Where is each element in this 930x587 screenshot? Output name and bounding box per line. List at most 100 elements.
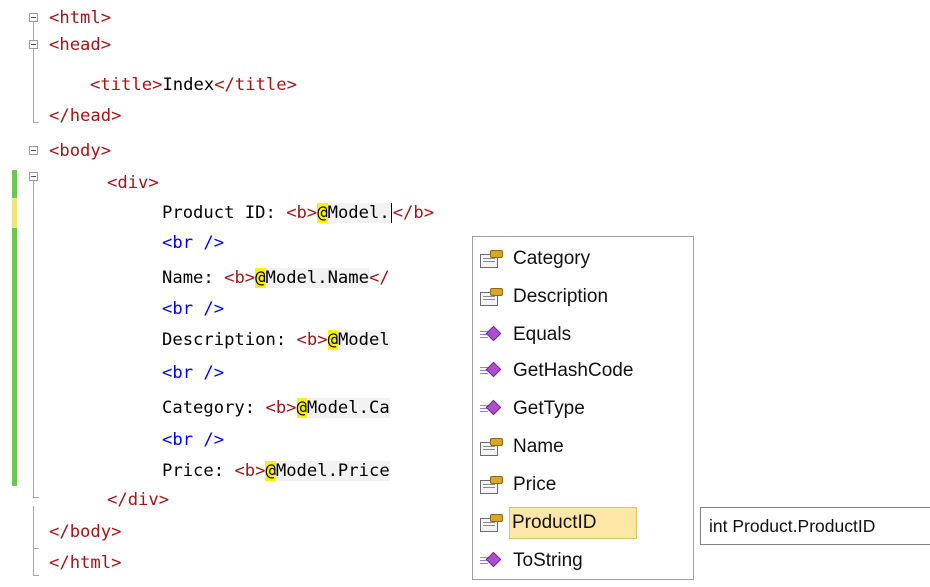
completion-item-label: Price [513, 474, 557, 495]
br-tag: <br /> [162, 363, 225, 383]
head-open-tag: <head> [49, 35, 112, 55]
b-open-tag: <b> [286, 203, 318, 223]
code-line-6: <div> [107, 170, 159, 196]
completion-item-description[interactable]: Description [479, 278, 691, 316]
br-tag: <br /> [162, 299, 225, 319]
div-close-tag: </div> [107, 490, 170, 510]
property-icon [479, 472, 505, 498]
body-close-tag: </body> [49, 522, 122, 542]
change-indicator-unsaved [12, 198, 17, 228]
method-icon [479, 322, 505, 348]
razor-at: @ [317, 203, 328, 223]
outline-guide [33, 49, 34, 122]
method-icon [479, 548, 505, 574]
method-icon [479, 358, 505, 384]
code-line-13: Category: <b>@Model.Ca [162, 395, 390, 421]
br-tag: <br /> [162, 430, 225, 450]
razor-expression: Model. [327, 203, 390, 223]
collapse-head-toggle[interactable] [29, 40, 38, 49]
product-id-label: Product ID: [162, 203, 287, 223]
completion-item-gettype[interactable]: GetType [479, 390, 691, 428]
property-icon [479, 434, 505, 460]
body-open-tag: <body> [49, 141, 112, 161]
razor-expression: Model.Price [275, 461, 390, 481]
title-open-tag: <title> [90, 75, 163, 95]
completion-item-productid[interactable]: ProductID [479, 504, 691, 542]
razor-at: @ [255, 268, 266, 288]
code-line-9: Name: <b>@Model.Name</ [162, 265, 390, 291]
completion-item-label: GetHashCode [513, 360, 634, 381]
intellisense-completion-list[interactable]: Category Description Equals GetHashCode GetT… [472, 236, 694, 580]
change-indicator-saved [12, 170, 17, 198]
title-text: Index [162, 75, 215, 95]
completion-item-name[interactable]: Name [479, 428, 691, 466]
code-line-12: <br /> [162, 360, 224, 386]
property-icon [479, 284, 505, 310]
code-line-16: </div> [107, 487, 169, 513]
completion-item-gethashcode[interactable]: GetHashCode [479, 352, 691, 390]
completion-item-equals[interactable]: Equals [479, 316, 691, 354]
b-open-tag: <b> [296, 330, 328, 350]
b-close-tag: </b> [392, 203, 435, 223]
collapse-div-toggle[interactable] [29, 172, 38, 181]
outline-guide-end [33, 497, 39, 498]
code-line-3: <title>Index</title> [90, 72, 297, 98]
completion-item-label: GetType [513, 398, 585, 419]
b-open-tag: <b> [265, 398, 297, 418]
html-open-tag: <html> [49, 8, 112, 28]
text-caret [390, 203, 392, 223]
completion-item-label: Equals [513, 324, 572, 345]
outline-guide [33, 22, 34, 40]
razor-at: @ [296, 398, 307, 418]
razor-expression: Model.Ca [306, 398, 390, 418]
method-icon [479, 396, 505, 422]
code-line-15: Price: <b>@Model.Price [162, 458, 390, 484]
outline-guide [33, 181, 34, 497]
category-label: Category: [162, 398, 266, 418]
html-close-tag: </html> [49, 553, 122, 573]
outline-guide-end [33, 122, 39, 123]
quick-info-tooltip: int Product.ProductID [700, 507, 930, 545]
change-indicator-saved [12, 228, 17, 486]
b-open-tag: <b> [224, 268, 256, 288]
outline-guide-end [33, 575, 39, 576]
code-line-1: <html> [49, 5, 111, 31]
completion-item-price[interactable]: Price [479, 466, 691, 504]
outline-guide [33, 506, 34, 576]
completion-item-label: ProductID [509, 507, 638, 539]
razor-at: @ [265, 461, 276, 481]
code-line-17: </body> [49, 519, 121, 545]
code-line-2: <head> [49, 32, 111, 58]
property-icon [479, 510, 505, 536]
completion-item-label: Name [513, 436, 564, 457]
code-line-8: <br /> [162, 230, 224, 256]
b-close-tag: </ [368, 268, 390, 288]
title-close-tag: </title> [214, 75, 297, 95]
outlining-margin [0, 0, 40, 587]
outline-guide-end [33, 548, 39, 549]
collapse-html-toggle[interactable] [29, 13, 38, 22]
completion-item-label: Description [513, 286, 609, 307]
price-label: Price: [162, 461, 235, 481]
code-line-11: Description: <b>@Model [162, 327, 390, 353]
code-line-10: <br /> [162, 296, 224, 322]
description-label: Description: [162, 330, 297, 350]
code-line-4: </head> [49, 103, 121, 129]
b-open-tag: <b> [234, 461, 266, 481]
razor-expression: Model [337, 330, 390, 350]
code-line-7: Product ID: <b>@Model. </b> [162, 200, 434, 226]
razor-expression: Model.Name [265, 268, 369, 288]
property-icon [479, 246, 505, 272]
collapse-body-toggle[interactable] [29, 146, 38, 155]
code-line-14: <br /> [162, 427, 224, 453]
name-label: Name: [162, 268, 225, 288]
completion-item-label: ToString [513, 550, 583, 571]
completion-item-tostring[interactable]: ToString [479, 542, 691, 580]
code-line-18: </html> [49, 550, 121, 576]
br-tag: <br /> [162, 233, 225, 253]
code-line-5: <body> [49, 138, 111, 164]
div-open-tag: <div> [107, 173, 159, 193]
completion-item-category[interactable]: Category [479, 240, 691, 278]
head-close-tag: </head> [49, 106, 122, 126]
completion-item-label: Category [513, 248, 591, 269]
